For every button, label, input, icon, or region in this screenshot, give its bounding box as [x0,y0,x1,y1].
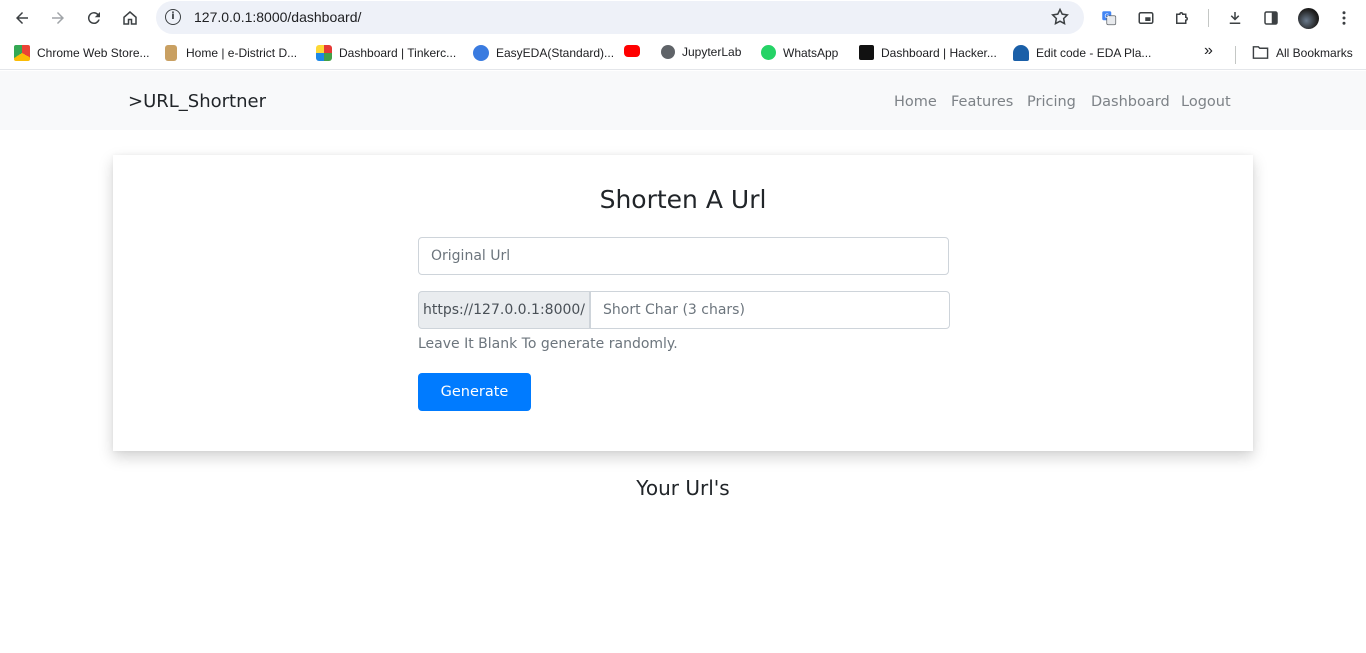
bookmarks-overflow-icon[interactable]: » [1204,42,1213,60]
tinkercad-icon [316,45,332,61]
picture-in-picture-icon[interactable] [1133,5,1159,31]
form-title: Shorten A Url [599,185,767,214]
short-char-input[interactable]: Short Char (3 chars) [590,291,950,329]
bookmark-label: Edit code - EDA Pla... [1036,46,1152,60]
your-urls-heading: Your Url's [636,476,730,500]
easyeda-icon [473,45,489,61]
address-url[interactable]: 127.0.0.1:8000/dashboard/ [194,9,361,25]
bookmark-label: EasyEDA(Standard)... [496,46,615,60]
bookmark-label: Dashboard | Hacker... [881,45,997,60]
whatsapp-icon [761,45,776,60]
bookmark-label: Chrome Web Store... [37,46,150,60]
all-bookmarks-label: All Bookmarks [1276,45,1353,60]
short-char-help-text: Leave It Blank To generate randomly. [418,336,678,352]
brand-logo[interactable]: >URL_Shortner [128,91,266,112]
profile-avatar[interactable] [1295,5,1321,31]
nav-pricing[interactable]: Pricing [1027,94,1076,110]
side-panel-icon[interactable] [1258,5,1284,31]
address-bar[interactable]: i 127.0.0.1:8000/dashboard/ [156,1,1084,34]
bookmark-label: JupyterLab [682,45,742,59]
globe-icon [661,45,675,59]
bookmark-chrome-web-store[interactable]: Chrome Web Store... [14,45,150,61]
bookmark-hackerrank[interactable]: Dashboard | Hacker... [859,45,997,60]
bookmark-e-district[interactable]: Home | e-District D... [165,45,297,61]
nav-home[interactable]: Home [894,94,937,110]
bookmarks-bar: Chrome Web Store... Home | e-District D.… [0,38,1366,70]
site-navbar: >URL_Shortner Home Features Pricing Dash… [0,71,1366,130]
bookmark-eda-playground[interactable]: Edit code - EDA Pla... [1013,45,1151,61]
reload-icon[interactable] [81,5,107,31]
toolbar-divider [1208,9,1209,27]
download-icon[interactable] [1222,5,1248,31]
folder-icon [1252,46,1269,59]
url-prefix-addon: https://127.0.0.1:8000/ [418,291,590,329]
bookmark-tinkercad[interactable]: Dashboard | Tinkerc... [316,45,456,61]
bookmarks-divider [1235,46,1236,64]
nav-dashboard[interactable]: Dashboard [1091,94,1170,110]
generate-button[interactable]: Generate [418,373,531,411]
original-url-input[interactable]: Original Url [418,237,949,275]
bookmark-jupyterlab[interactable]: JupyterLab [661,45,741,59]
svg-text:G: G [1105,13,1110,20]
bookmark-label: WhatsApp [783,45,839,60]
home-icon[interactable] [117,5,143,31]
emblem-icon [165,45,177,61]
youtube-icon [624,45,640,57]
eda-icon [1013,45,1029,61]
all-bookmarks-folder[interactable]: All Bookmarks [1252,45,1353,60]
translate-icon[interactable]: G [1096,5,1122,31]
bookmark-youtube[interactable] [624,45,640,57]
hackerrank-icon [859,45,874,60]
site-info-icon[interactable]: i [165,9,181,25]
bookmark-easyeda[interactable]: EasyEDA(Standard)... [473,45,614,61]
extensions-icon[interactable] [1169,5,1195,31]
nav-features[interactable]: Features [951,94,1013,110]
nav-logout[interactable]: Logout [1181,94,1231,110]
bookmark-label: Home | e-District D... [186,46,298,60]
chrome-web-store-icon [14,45,30,61]
bookmark-star-icon[interactable] [1050,7,1070,27]
back-icon[interactable] [9,5,35,31]
shorten-url-card: Shorten A Url Original Url https://127.0… [113,155,1253,451]
bookmark-whatsapp[interactable]: WhatsApp [761,45,838,60]
bookmark-label: Dashboard | Tinkerc... [339,46,457,60]
menu-kebab-icon[interactable] [1331,5,1357,31]
browser-toolbar: i 127.0.0.1:8000/dashboard/ G [0,0,1366,35]
forward-icon[interactable] [45,5,71,31]
